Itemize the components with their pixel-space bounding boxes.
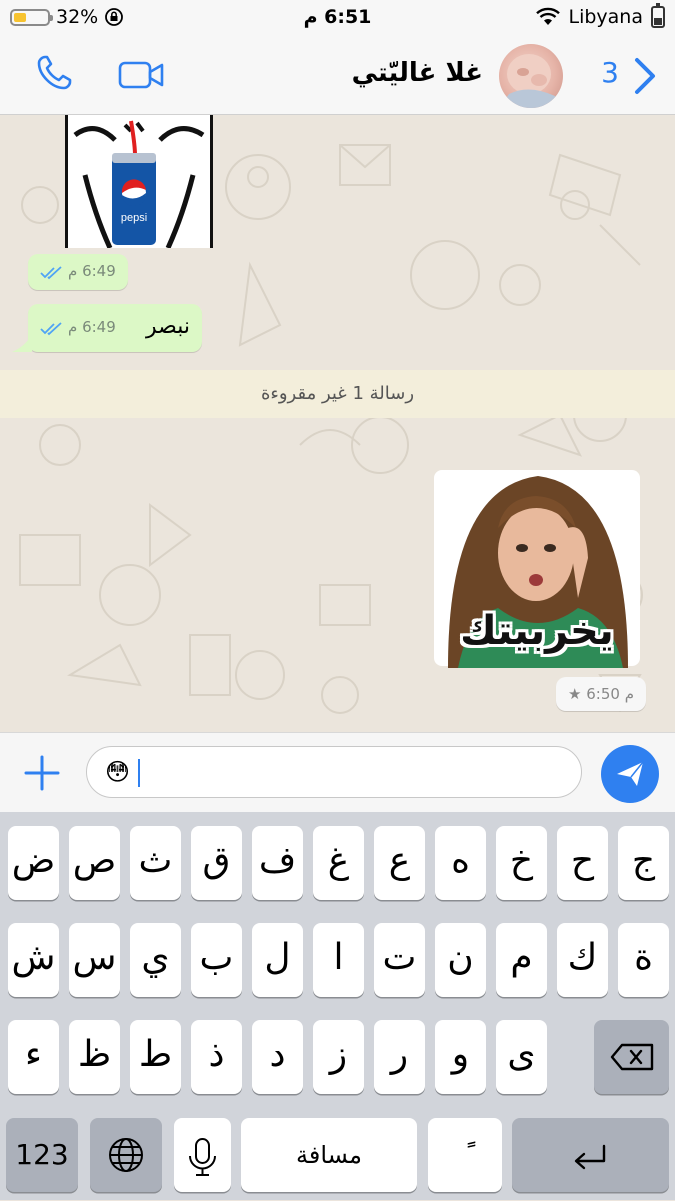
sticker-incoming[interactable]: يخربيتك bbox=[428, 468, 646, 668]
sticker-pepsi[interactable]: pepsi bbox=[65, 115, 213, 248]
key[interactable]: ب bbox=[191, 923, 242, 997]
incoming-time-bubble[interactable]: ★ 6:50 م bbox=[556, 677, 646, 711]
message-time: 6:49 م bbox=[68, 262, 116, 280]
key[interactable]: خ bbox=[496, 826, 547, 900]
key[interactable]: ق bbox=[191, 826, 242, 900]
message-input-value: 😳 bbox=[105, 758, 131, 786]
return-icon bbox=[574, 1144, 606, 1170]
key[interactable]: ء bbox=[8, 1020, 59, 1094]
key[interactable]: ظ bbox=[69, 1020, 120, 1094]
key[interactable]: ي bbox=[130, 923, 181, 997]
back-chevron-icon[interactable] bbox=[631, 56, 661, 96]
microphone-icon bbox=[189, 1138, 216, 1176]
read-ticks-icon bbox=[40, 322, 62, 336]
video-call-icon[interactable] bbox=[118, 60, 166, 90]
message-time: 6:49 م bbox=[68, 318, 116, 336]
dictation-key[interactable] bbox=[174, 1118, 231, 1192]
chat-area[interactable]: pepsi 6:49 م 6:49 م نبصر رسالة 1 غير مقر… bbox=[0, 115, 675, 732]
key[interactable]: م bbox=[496, 923, 547, 997]
contact-name[interactable]: غلا غاليّتي bbox=[352, 58, 483, 88]
back-unread-count[interactable]: 3 bbox=[601, 56, 619, 89]
key[interactable]: و bbox=[435, 1020, 486, 1094]
read-ticks-icon bbox=[40, 266, 62, 280]
plus-icon[interactable] bbox=[24, 755, 60, 791]
globe-icon bbox=[109, 1138, 143, 1172]
key[interactable]: ح bbox=[557, 826, 608, 900]
text-caret bbox=[138, 759, 140, 787]
diacritic-key[interactable]: ًً bbox=[428, 1118, 502, 1192]
key[interactable]: ذ bbox=[191, 1020, 242, 1094]
battery-vertical-icon bbox=[651, 3, 665, 28]
chat-header: غلا غاليّتي 3 bbox=[0, 36, 675, 115]
message-time: 6:50 م bbox=[586, 685, 634, 703]
phone-icon[interactable] bbox=[34, 53, 74, 93]
keyboard: ج ح خ ه ع غ ف ق ث ص ض ة ك م ن ت ا ل ب ي … bbox=[0, 812, 675, 1200]
key[interactable]: ف bbox=[252, 826, 303, 900]
message-text: نبصر bbox=[146, 314, 190, 339]
backspace-icon bbox=[610, 1043, 654, 1071]
wifi-icon bbox=[535, 7, 560, 25]
key[interactable]: ص bbox=[69, 826, 120, 900]
key[interactable]: ه bbox=[435, 826, 486, 900]
key[interactable]: ش bbox=[8, 923, 59, 997]
key[interactable]: ض bbox=[8, 826, 59, 900]
avatar[interactable] bbox=[499, 44, 563, 108]
status-bar: 32% 6:51 م Libyana bbox=[0, 0, 675, 36]
star-icon: ★ bbox=[568, 685, 582, 703]
key[interactable]: ث bbox=[130, 826, 181, 900]
key[interactable]: ن bbox=[435, 923, 486, 997]
message-bubble[interactable]: 6:49 م نبصر bbox=[28, 304, 202, 352]
key[interactable]: غ bbox=[313, 826, 364, 900]
numbers-key[interactable]: 123 bbox=[6, 1118, 78, 1192]
key[interactable]: ل bbox=[252, 923, 303, 997]
pepsi-label: pepsi bbox=[121, 212, 147, 224]
key[interactable]: ى bbox=[496, 1020, 547, 1094]
key[interactable]: ر bbox=[374, 1020, 425, 1094]
return-key[interactable] bbox=[512, 1118, 669, 1192]
send-icon bbox=[617, 761, 644, 786]
bubble-tail bbox=[12, 335, 32, 352]
delete-key[interactable] bbox=[594, 1020, 669, 1094]
sticker-caption: يخربيتك bbox=[460, 608, 614, 654]
key[interactable]: ة bbox=[618, 923, 669, 997]
key[interactable]: ع bbox=[374, 826, 425, 900]
globe-key[interactable] bbox=[90, 1118, 162, 1192]
sticker-time-bubble[interactable]: 6:49 م bbox=[28, 254, 128, 290]
carrier-name: Libyana bbox=[568, 6, 644, 28]
send-button[interactable] bbox=[601, 745, 659, 803]
key[interactable]: ز bbox=[313, 1020, 364, 1094]
unread-banner: رسالة 1 غير مقروءة bbox=[0, 370, 675, 418]
key[interactable]: ت bbox=[374, 923, 425, 997]
status-right: Libyana bbox=[535, 3, 665, 28]
space-key[interactable]: مسافة bbox=[241, 1118, 417, 1192]
key[interactable]: ط bbox=[130, 1020, 181, 1094]
key[interactable]: ج bbox=[618, 826, 669, 900]
key[interactable]: س bbox=[69, 923, 120, 997]
message-input[interactable]: 😳 bbox=[86, 746, 582, 798]
composer-bar: 😳 bbox=[0, 732, 675, 813]
key[interactable]: ا bbox=[313, 923, 364, 997]
key[interactable]: ك bbox=[557, 923, 608, 997]
key[interactable]: د bbox=[252, 1020, 303, 1094]
